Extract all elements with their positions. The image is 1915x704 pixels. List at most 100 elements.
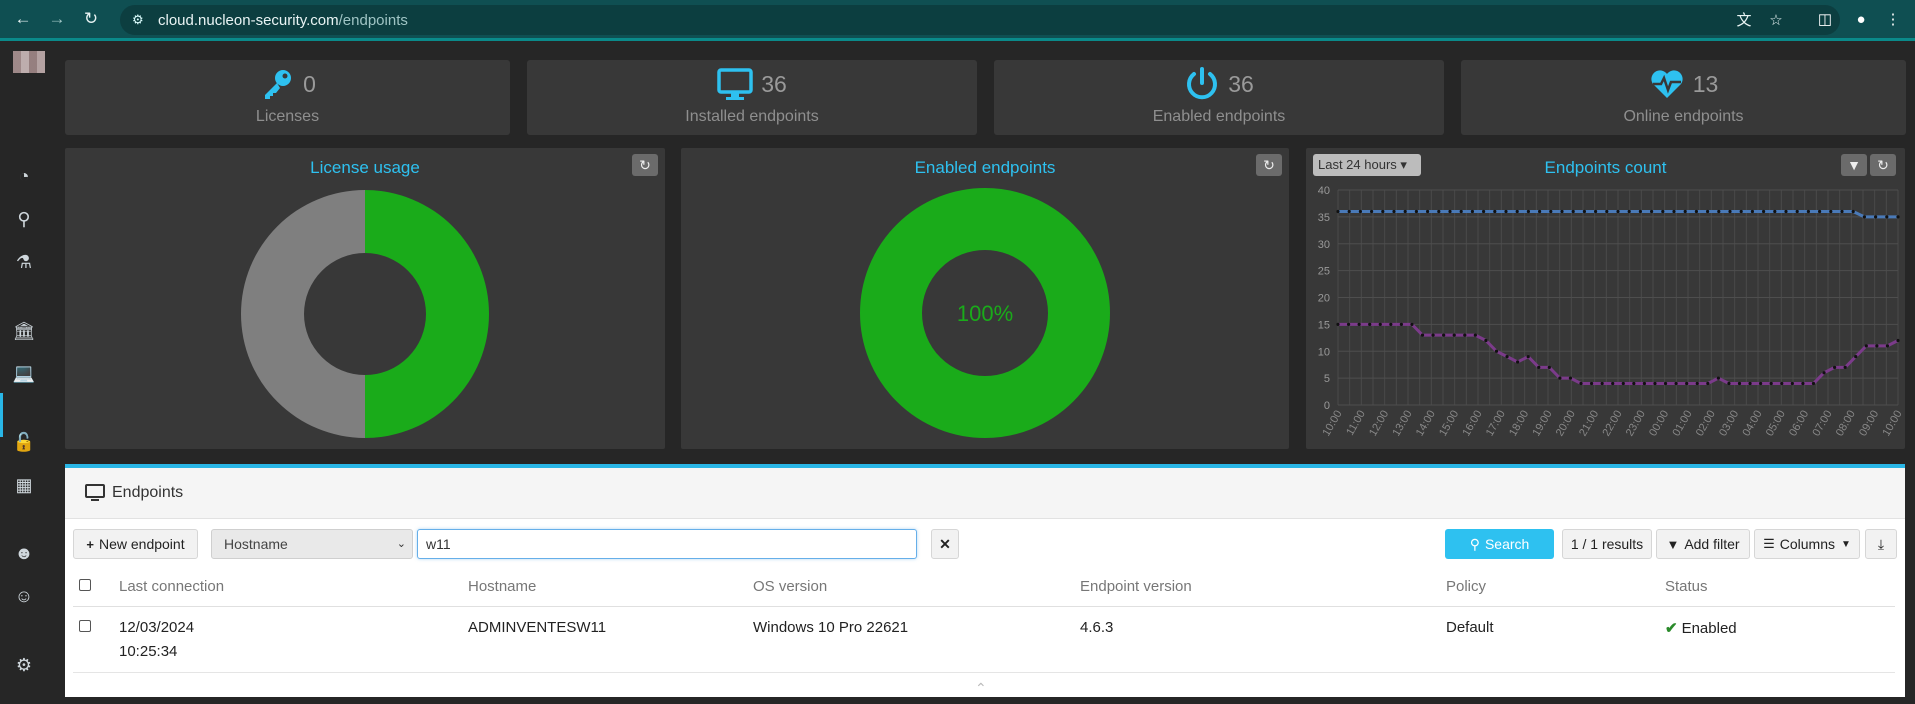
data-point [1627, 209, 1631, 214]
x-tick-label: 21:00 [1577, 409, 1601, 439]
search-button[interactable]: ⚲ Search [1445, 529, 1554, 559]
data-point [1653, 381, 1657, 386]
x-tick-label: 14:00 [1414, 409, 1438, 439]
data-point [1547, 365, 1551, 369]
header-hostname[interactable]: Hostname [468, 567, 753, 607]
stat-installed: 36 Installed endpoints [527, 60, 977, 135]
header-endpoint-version[interactable]: Endpoint version [1080, 567, 1446, 607]
desktop-icon[interactable]: 💻 [12, 361, 36, 385]
data-point [1589, 381, 1594, 386]
data-point [1727, 381, 1731, 386]
x-tick-label: 04:00 [1740, 409, 1764, 439]
x-tick-label: 15:00 [1437, 409, 1461, 439]
key-icon [259, 66, 295, 102]
enabled-value: 36 [1228, 70, 1254, 97]
forward-icon[interactable]: → [46, 8, 68, 30]
data-point [1706, 381, 1710, 386]
cell-endpoint-version: 4.6.3 [1080, 606, 1446, 673]
new-endpoint-button[interactable]: + New endpoint [73, 529, 198, 559]
data-point [1780, 381, 1784, 386]
data-point [1336, 209, 1340, 214]
data-point [1811, 381, 1816, 386]
translate-icon[interactable]: 文 [1734, 11, 1754, 31]
check-icon: ✔ [1665, 619, 1678, 637]
data-point [1843, 365, 1847, 369]
pie-slice [365, 190, 489, 438]
settings-icon[interactable]: ⚙ [12, 653, 36, 677]
users-icon[interactable]: ☻ [12, 541, 36, 565]
data-point [1549, 209, 1553, 214]
profile-icon[interactable]: ● [1851, 10, 1871, 30]
search-icon[interactable]: ⚲ [12, 207, 36, 231]
bookmark-star-icon[interactable]: ☆ [1766, 11, 1786, 31]
data-point [1470, 209, 1474, 214]
monitor-icon [717, 66, 753, 102]
online-value: 13 [1692, 70, 1719, 97]
data-point [1357, 322, 1361, 326]
endpoints-header: Endpoints [65, 468, 1905, 519]
stat-licenses: 0 Licenses [65, 60, 510, 135]
active-indicator [0, 393, 3, 437]
bar-chart-icon[interactable]: ▦ [12, 473, 36, 497]
back-icon[interactable]: ← [12, 8, 34, 30]
add-filter-button[interactable]: ▼ Add filter [1656, 529, 1750, 559]
data-point [1452, 333, 1456, 337]
select-all-checkbox[interactable] [79, 578, 91, 591]
chevron-down-icon: ⌄ [396, 538, 406, 550]
data-point [1854, 355, 1858, 359]
y-tick-label: 15 [1318, 319, 1330, 331]
y-tick-label: 25 [1318, 266, 1330, 278]
data-point [1484, 338, 1488, 343]
clear-search-button[interactable]: ✕ [931, 529, 959, 559]
data-point [1706, 209, 1710, 214]
data-point [1833, 365, 1837, 369]
cell-last-connection: 12/03/2024 10:25:34 [119, 606, 468, 673]
filter-field-select[interactable]: Hostname ⌄ [211, 529, 413, 559]
license-usage-panel: License usage ↻ [65, 148, 665, 449]
table-header-row: Last connection Hostname OS version Endp… [73, 567, 1895, 607]
download-button[interactable]: ⤓ [1865, 529, 1897, 559]
data-point [1571, 209, 1575, 214]
data-point [1750, 209, 1754, 214]
x-tick-label: 19:00 [1530, 409, 1554, 439]
header-os-version[interactable]: OS version [753, 567, 1080, 607]
site-info-icon[interactable]: ⚙ [132, 12, 148, 28]
columns-button[interactable]: ☰ Columns ▼ [1754, 529, 1860, 559]
table-row[interactable]: 12/03/2024 10:25:34 ADMINVENTESW11 Windo… [73, 606, 1895, 673]
power-icon [1184, 66, 1220, 102]
app-logo[interactable] [13, 51, 45, 73]
user-icon[interactable]: ☺ [12, 584, 36, 608]
stat-online: 13 Online endpoints [1461, 60, 1906, 135]
data-point [1346, 322, 1351, 326]
dashboard-icon[interactable]: ◔ [12, 164, 36, 188]
reload-icon[interactable]: ↻ [80, 8, 102, 30]
donut-center-label: 100% [957, 301, 1013, 326]
data-point [1748, 381, 1752, 386]
header-status[interactable]: Status [1665, 567, 1895, 607]
endpoints-table: Last connection Hostname OS version Endp… [73, 567, 1895, 673]
header-policy[interactable]: Policy [1446, 567, 1665, 607]
x-tick-label: 06:00 [1787, 408, 1811, 438]
data-point [1616, 209, 1620, 214]
data-point [1896, 338, 1900, 343]
data-point [1368, 322, 1372, 326]
flask-icon[interactable]: ⚗ [12, 250, 36, 274]
collapse-caret-icon[interactable]: ⌃ [975, 680, 987, 697]
row-checkbox[interactable] [79, 619, 91, 632]
enabled-endpoints-panel: Enabled endpoints ↻ 100% [681, 148, 1289, 449]
side-panel-icon[interactable]: ◫ [1815, 10, 1835, 30]
search-input[interactable] [417, 529, 917, 559]
data-point [1762, 209, 1766, 214]
filter-icon: ▼ [1666, 536, 1680, 552]
bank-icon[interactable]: 🏛 [12, 319, 36, 343]
stat-enabled: 36 Enabled endpoints [994, 60, 1444, 135]
url-text[interactable]: cloud.nucleon-security.com/endpoints [158, 12, 408, 29]
browser-menu-icon[interactable]: ⋮ [1883, 10, 1903, 30]
unlock-icon[interactable]: 🔓 [12, 430, 36, 454]
data-point [1685, 381, 1689, 386]
data-point [1459, 209, 1463, 214]
data-point [1661, 209, 1665, 214]
address-bar[interactable]: ⚙ cloud.nucleon-security.com/endpoints 文… [120, 5, 1840, 35]
header-last-connection[interactable]: Last connection [119, 567, 468, 607]
cell-os-version: Windows 10 Pro 22621 [753, 606, 1080, 673]
